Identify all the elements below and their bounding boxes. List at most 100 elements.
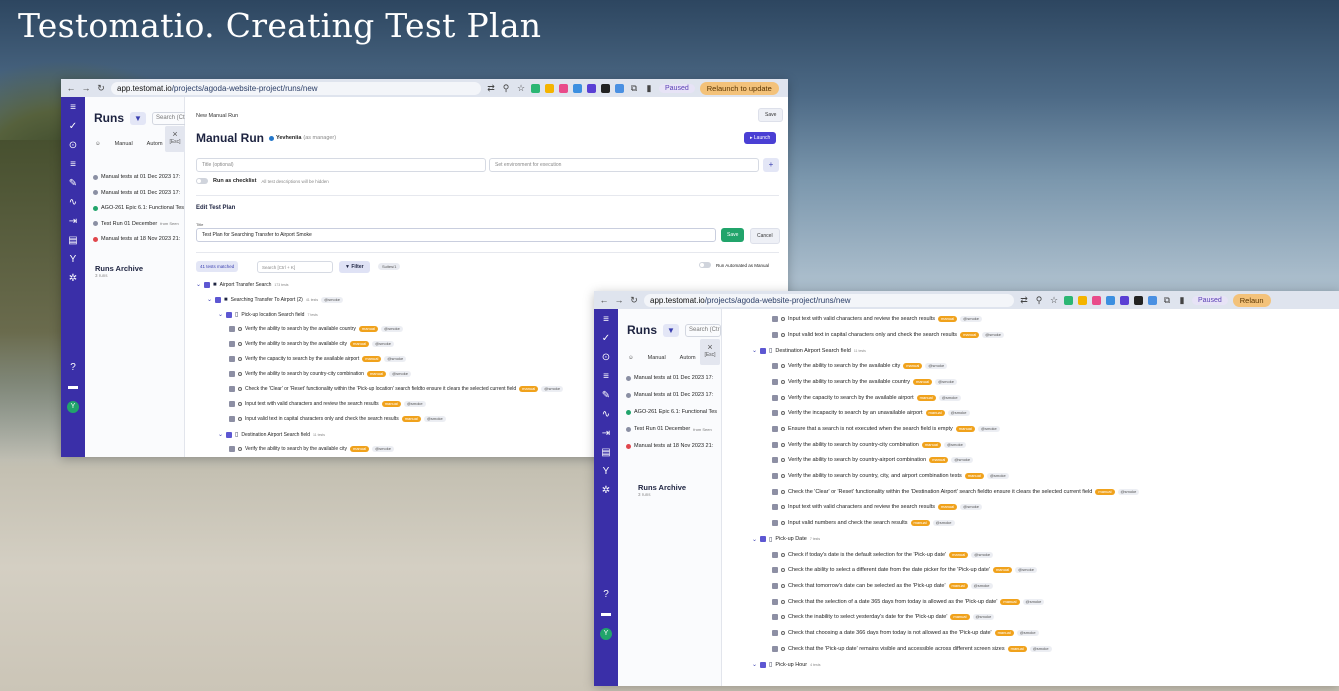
avatar[interactable]: Y	[600, 628, 612, 640]
gear-icon[interactable]: ✲	[69, 274, 77, 284]
tree-row[interactable]: Check the 'Clear' or 'Reset' functionali…	[772, 488, 1140, 495]
tree-row[interactable]: ⌄ ■ Searching Transfer To Airport (2) 41 te…	[207, 296, 343, 303]
pulse-icon[interactable]: ∿	[69, 198, 77, 208]
checkbox[interactable]	[226, 431, 233, 438]
run-list-item[interactable]: Test Run 01 December from Seen	[626, 426, 722, 432]
runs-search-input[interactable]: Search (Ctrl	[685, 323, 721, 337]
tree-row[interactable]: Verify the ability to search by the avai…	[229, 326, 403, 332]
extension-icon[interactable]	[545, 83, 554, 93]
pen-icon[interactable]: ✎	[602, 391, 610, 401]
run-list-item[interactable]: Test Run 01 December from Seen	[93, 221, 185, 227]
extension-icon[interactable]	[559, 83, 568, 93]
add-environment-button[interactable]: +	[763, 158, 779, 172]
tree-row[interactable]: Verify the ability to search by country-…	[229, 371, 411, 377]
zoom-icon[interactable]: ⚲	[1034, 295, 1044, 306]
relaunch-button[interactable]: Relaun	[1232, 293, 1271, 307]
tree-row[interactable]: Verify the ability to search by country,…	[772, 473, 1009, 479]
checkbox[interactable]	[229, 371, 235, 377]
chart-icon[interactable]: ▤	[68, 236, 77, 246]
filter-button[interactable]: ▼ Filter	[339, 261, 370, 273]
checkbox[interactable]	[215, 296, 222, 303]
tree-row[interactable]: Input valid text in capital characters o…	[772, 331, 1005, 338]
checkbox[interactable]	[229, 386, 235, 392]
tree-row[interactable]: Check that the selection of a date 365 d…	[772, 598, 1045, 605]
checkbox[interactable]	[772, 520, 778, 527]
checkbox[interactable]	[226, 311, 233, 318]
checkbox[interactable]	[772, 394, 778, 401]
tab-automated[interactable]: Autom	[680, 355, 696, 361]
tree-row[interactable]: Check that tomorrow's date can be select…	[772, 582, 993, 589]
extension-icon[interactable]	[1120, 295, 1129, 305]
tree-row[interactable]: ⌄ ▯ Destination Airport Search field 11 tes…	[218, 431, 325, 438]
tree-row[interactable]: Check if today's date is the default sel…	[772, 551, 994, 558]
checkbox[interactable]	[772, 441, 778, 448]
chevron-down-icon[interactable]: ⌄	[218, 311, 223, 318]
tree-row[interactable]: ⌄ ▯ Pick-up Hour 4 tests	[752, 661, 820, 668]
extension-icon[interactable]	[1134, 295, 1143, 305]
run-list-item[interactable]: Manual tests at 01 Dec 2023 17:	[93, 174, 185, 180]
checkbox[interactable]	[229, 341, 235, 347]
run-automated-toggle[interactable]	[699, 262, 711, 268]
menu-icon[interactable]: ≡	[70, 103, 76, 113]
robot-icon[interactable]: ☺	[95, 141, 101, 147]
chevron-down-icon[interactable]: ⌄	[752, 536, 757, 543]
extension-icon[interactable]	[601, 83, 610, 93]
tree-row[interactable]: Check that the 'Pick-up date' remains vi…	[772, 645, 1052, 652]
tab-automated[interactable]: Autom	[147, 141, 163, 147]
sidepanel-icon[interactable]: ▮	[1177, 295, 1187, 306]
checkbox[interactable]	[760, 536, 767, 543]
plan-title-input[interactable]: Test Plan for Searching Transfer to Airp…	[196, 228, 716, 242]
runs-search-input[interactable]: Search (Ctrl	[152, 111, 188, 125]
run-list-item[interactable]: Manual tests at 18 Nov 2023 21:	[93, 236, 185, 242]
puzzle-icon[interactable]: ⧉	[629, 83, 639, 94]
filter-icon[interactable]: ▼	[663, 323, 679, 337]
tree-row[interactable]: ⌄ ■ Airport Transfer Search 173 tests	[196, 281, 289, 288]
gear-icon[interactable]: ✲	[602, 486, 610, 496]
title-input[interactable]: Title (optional)	[196, 158, 486, 172]
checkbox[interactable]	[772, 567, 778, 574]
tree-row[interactable]: ⌄ ▯ Destination Airport Search field 11 tes…	[752, 347, 866, 354]
filter-icon[interactable]: ▼	[130, 111, 146, 125]
forward-icon[interactable]: →	[614, 295, 624, 305]
cancel-plan-button[interactable]: Cancel	[750, 228, 780, 244]
tree-search-input[interactable]: Search [Ctrl + K]	[257, 261, 333, 273]
checkbox[interactable]	[229, 416, 235, 422]
checkbox[interactable]	[772, 645, 778, 652]
import-icon[interactable]: ⇥	[602, 429, 610, 439]
list-check-icon[interactable]: ≡	[70, 160, 76, 170]
run-list-item[interactable]: AGO-261 Epic 6.1: Functional Tes	[93, 205, 185, 211]
checkbox[interactable]	[772, 410, 778, 417]
runs-archive-title[interactable]: Runs Archive	[638, 483, 686, 492]
back-icon[interactable]: ←	[66, 83, 76, 93]
robot-icon[interactable]: ☺	[628, 355, 634, 361]
branch-icon[interactable]: Y	[70, 255, 77, 265]
tab-manual[interactable]: Manual	[648, 355, 666, 361]
tree-row[interactable]: Input text with valid characters and rev…	[772, 316, 983, 322]
extension-icon[interactable]	[587, 83, 596, 93]
tree-row[interactable]: Input text with valid characters and rev…	[229, 401, 426, 407]
checkbox[interactable]	[229, 446, 235, 452]
address-bar[interactable]: app.testomat.io/projects/agoda-website-p…	[644, 293, 1014, 307]
help-icon[interactable]: ?	[603, 590, 609, 600]
help-icon[interactable]: ?	[70, 363, 76, 373]
folder-icon[interactable]: ▬	[601, 609, 611, 619]
checkbox[interactable]	[229, 401, 235, 407]
save-top-button[interactable]: Save	[758, 108, 784, 122]
chevron-down-icon[interactable]: ⌄	[207, 296, 212, 303]
checkbox[interactable]	[772, 582, 778, 589]
chart-icon[interactable]: ▤	[601, 448, 610, 458]
tree-row[interactable]: Verify the ability to search by the avai…	[229, 446, 394, 452]
extension-icon[interactable]	[1148, 295, 1157, 305]
checkbox[interactable]	[772, 504, 778, 511]
chevron-down-icon[interactable]: ⌄	[218, 431, 223, 438]
star-icon[interactable]: ☆	[1049, 295, 1059, 306]
checkbox[interactable]	[772, 363, 778, 370]
branch-icon[interactable]: Y	[603, 467, 610, 477]
tree-row[interactable]: Input valid numbers and check the search…	[772, 520, 955, 527]
translate-icon[interactable]: ⇄	[1019, 295, 1029, 306]
extension-icon[interactable]	[573, 83, 582, 93]
checkbox[interactable]	[772, 473, 778, 479]
tree-row[interactable]: Input text with valid characters and rev…	[772, 504, 983, 511]
pen-icon[interactable]: ✎	[69, 179, 77, 189]
tree-row[interactable]: Check the ability to select a different …	[772, 567, 1037, 574]
